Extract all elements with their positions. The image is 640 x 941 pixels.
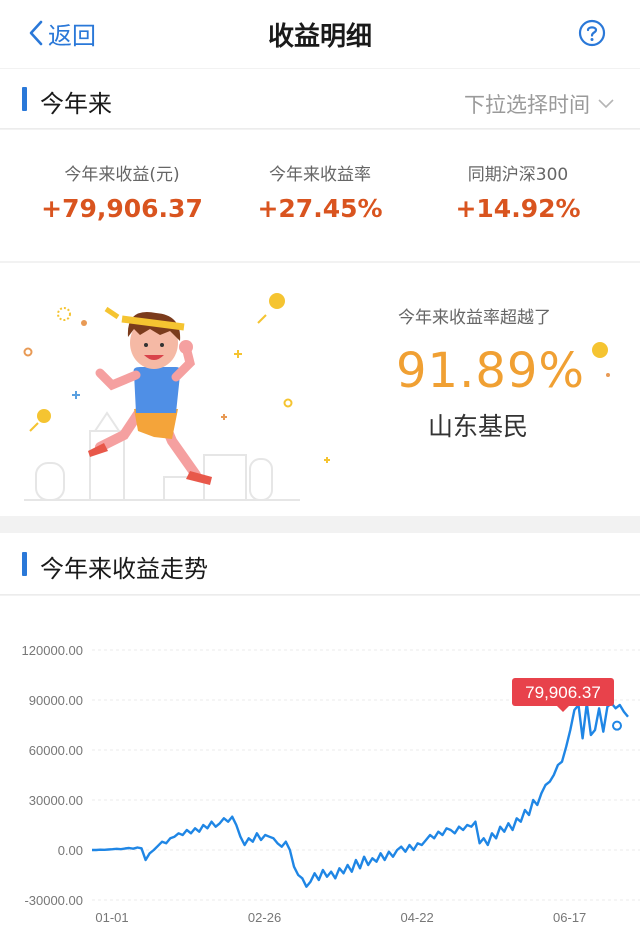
y-tick-label: 60000.00 <box>29 743 83 758</box>
runner-illustration <box>23 293 330 501</box>
stat-hs300: 同期沪深300 +14.92% <box>418 160 618 223</box>
stat-ytd-rate: 今年来收益率 +27.45% <box>220 160 420 223</box>
section-marker <box>22 552 27 576</box>
x-tick-label: 01-01 <box>95 910 128 925</box>
stat-value: +27.45% <box>257 194 383 223</box>
section-marker <box>22 87 27 111</box>
rank-region: 山东基民 <box>428 412 529 441</box>
trend-header: 今年来收益走势 <box>0 533 640 595</box>
coin-icon <box>592 342 610 377</box>
trend-chart[interactable]: 120000.00 90000.00 60000.00 30000.00 0.00 -30… <box>0 596 640 941</box>
time-picker[interactable]: 下拉选择时间 <box>464 89 614 119</box>
y-tick-label: 120000.00 <box>22 643 83 658</box>
stat-ytd-profit: 今年来收益(元) +79,906.37 <box>22 160 222 223</box>
trend-line-chart[interactable]: 120000.00 90000.00 60000.00 30000.00 0.00 -30… <box>0 596 640 941</box>
stat-label: 今年来收益率 <box>269 165 371 185</box>
tooltip-label: 79,906.37 <box>525 683 601 702</box>
period-header: 今年来 下拉选择时间 <box>0 69 640 129</box>
nav-bar: 返回 收益明细 <box>0 0 640 68</box>
stat-label: 同期沪深300 <box>467 165 569 185</box>
rank-card: 今年来收益率超越了 91.89% 山东基民 <box>0 263 640 516</box>
stat-value: +14.92% <box>455 194 581 223</box>
stats-panel: 今年来收益(元) +79,906.37 今年来收益率 +27.45% 同期沪深3… <box>0 130 640 261</box>
y-tick-label: 30000.00 <box>29 793 83 808</box>
question-circle-icon[interactable] <box>578 19 606 47</box>
stat-label: 今年来收益(元) <box>64 165 180 185</box>
y-tick-label: 0.00 <box>58 843 83 858</box>
y-tick-label: -30000.00 <box>24 893 83 908</box>
x-tick-label: 02-26 <box>248 910 281 925</box>
period-title: 今年来 <box>40 90 112 118</box>
x-tick-label: 04-22 <box>400 910 433 925</box>
time-picker-label: 下拉选择时间 <box>464 93 590 117</box>
tooltip-pointer <box>557 706 569 712</box>
series-line <box>92 702 629 888</box>
rank-label: 今年来收益率超越了 <box>398 308 551 328</box>
rank-value: 91.89% <box>396 343 586 399</box>
y-tick-label: 90000.00 <box>29 693 83 708</box>
trend-title: 今年来收益走势 <box>40 555 208 583</box>
chevron-down-icon <box>598 99 614 109</box>
stat-value: +79,906.37 <box>41 194 203 223</box>
page-title: 收益明细 <box>267 22 372 52</box>
end-point-marker <box>612 720 622 731</box>
x-tick-label: 06-17 <box>553 910 586 925</box>
